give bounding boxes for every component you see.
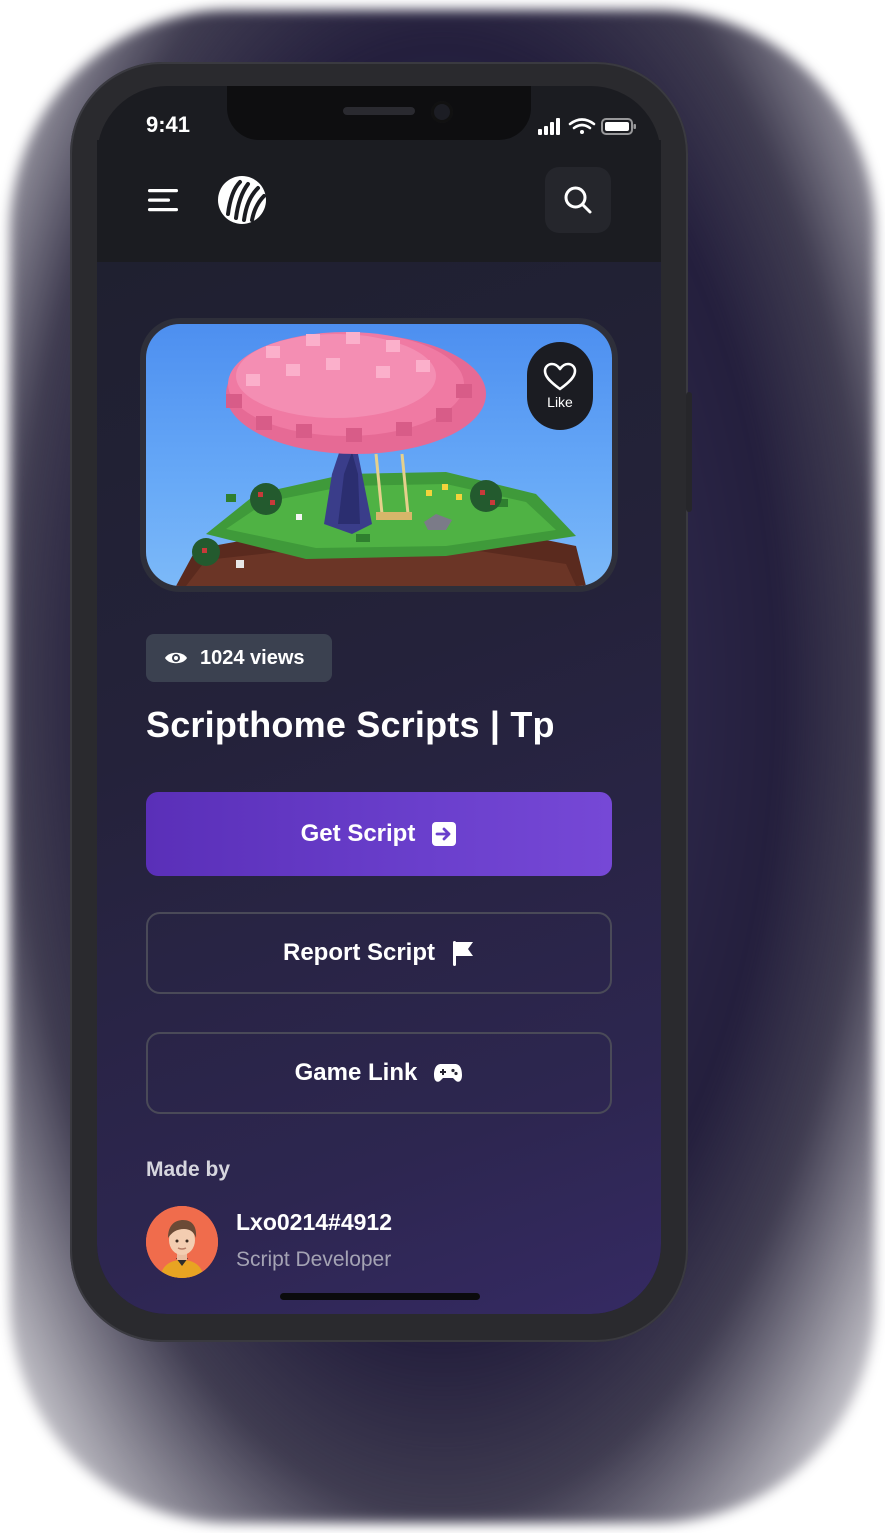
flag-icon bbox=[453, 941, 473, 966]
search-icon bbox=[564, 186, 592, 214]
made-by-label: Made by bbox=[146, 1158, 231, 1181]
status-time: 9:41 bbox=[146, 112, 191, 137]
user-avatar-illustration bbox=[146, 1206, 218, 1278]
status-icons bbox=[538, 116, 638, 138]
home-indicator[interactable] bbox=[280, 1293, 480, 1300]
front-camera bbox=[431, 101, 453, 123]
report-script-label: Report Script bbox=[282, 939, 435, 966]
like-button[interactable]: Like bbox=[527, 342, 593, 430]
menu-button[interactable] bbox=[146, 184, 182, 216]
eye-icon bbox=[165, 652, 187, 664]
wifi-icon bbox=[568, 118, 596, 134]
views-badge: 1024 views bbox=[146, 634, 332, 682]
script-title: Scripthome Scripts | Tp bbox=[146, 704, 555, 745]
search-button[interactable] bbox=[545, 167, 611, 233]
report-script-button[interactable]: Report Script bbox=[146, 912, 612, 994]
signal-icon bbox=[538, 118, 560, 135]
menu-icon bbox=[148, 189, 178, 212]
game-link-button[interactable]: Game Link bbox=[146, 1032, 612, 1114]
heart-icon bbox=[543, 362, 577, 391]
get-script-button[interactable]: Get Script bbox=[146, 792, 612, 876]
external-arrow-icon bbox=[432, 822, 457, 846]
get-script-label: Get Script bbox=[300, 820, 416, 847]
speaker-grille bbox=[343, 107, 415, 115]
gamepad-icon bbox=[434, 1064, 463, 1082]
power-button bbox=[686, 392, 692, 512]
game-link-label: Game Link bbox=[294, 1059, 418, 1086]
like-label: Like bbox=[547, 394, 573, 410]
battery-icon bbox=[601, 118, 636, 135]
author-role: Script Developer bbox=[236, 1248, 392, 1271]
views-count: 1024 views bbox=[200, 646, 305, 669]
avatar[interactable] bbox=[146, 1206, 218, 1278]
app-logo[interactable] bbox=[216, 174, 268, 226]
author-name[interactable]: Lxo0214#4912 bbox=[236, 1209, 392, 1236]
